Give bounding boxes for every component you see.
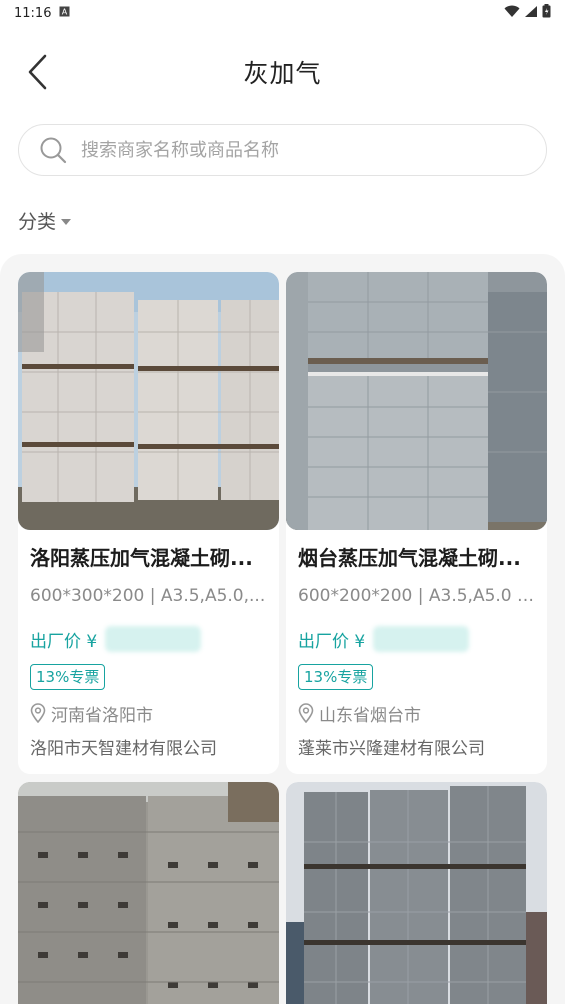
location-text: 河南省洛阳市: [51, 705, 153, 726]
search-bar[interactable]: [18, 124, 547, 176]
product-spec: 600*200*200 | A3.5,A5.0 |...: [298, 586, 535, 606]
company-name: 洛阳市天智建材有限公司: [30, 739, 217, 759]
company-name: 蓬莱市兴隆建材有限公司: [298, 739, 485, 759]
product-spec: 600*300*200 | A3.5,A5.0,...: [30, 586, 266, 606]
invoice-tag: 13%专票: [298, 664, 374, 690]
signal-icon: [524, 5, 538, 22]
price-row: 出厂价 ¥: [298, 624, 535, 654]
header: 灰加气: [0, 40, 565, 110]
price-row: 出厂价 ¥: [30, 624, 267, 654]
price-label: 出厂价 ¥: [298, 631, 366, 652]
product-image: [286, 782, 547, 1004]
price-label: 出厂价 ¥: [30, 631, 98, 652]
search-input[interactable]: [81, 125, 546, 175]
battery-icon: [542, 4, 551, 22]
product-card[interactable]: [286, 782, 547, 1004]
price-hidden-placeholder: [105, 626, 202, 652]
product-title: 烟台蒸压加气混凝土砌...: [298, 546, 521, 570]
product-image: [286, 272, 547, 530]
page-title: 灰加气: [243, 59, 322, 88]
product-list: 洛阳蒸压加气混凝土砌... 600*300*200 | A3.5,A5.0,..…: [0, 254, 565, 1004]
status-time: 11:16: [14, 5, 52, 21]
product-image: [18, 272, 279, 530]
location-text: 山东省烟台市: [319, 705, 421, 726]
product-location: 河南省洛阳市: [30, 700, 267, 726]
category-label: 分类: [18, 210, 57, 233]
search-icon: [39, 136, 67, 164]
product-card[interactable]: [18, 782, 279, 1004]
status-bar: 11:16 A: [0, 0, 565, 26]
product-image: [18, 782, 279, 1004]
caret-down-icon: [60, 209, 72, 231]
product-card[interactable]: 烟台蒸压加气混凝土砌... 600*200*200 | A3.5,A5.0 |.…: [286, 272, 547, 774]
location-pin-icon: [298, 702, 316, 724]
invoice-tag: 13%专票: [30, 664, 106, 690]
product-location: 山东省烟台市: [298, 700, 535, 726]
a-box-icon: A: [59, 6, 70, 21]
svg-text:A: A: [62, 7, 68, 16]
wifi-icon: [504, 5, 520, 22]
product-title: 洛阳蒸压加气混凝土砌...: [30, 546, 253, 570]
location-pin-icon: [30, 702, 48, 724]
price-hidden-placeholder: [373, 626, 470, 652]
product-card[interactable]: 洛阳蒸压加气混凝土砌... 600*300*200 | A3.5,A5.0,..…: [18, 272, 279, 774]
category-filter[interactable]: 分类: [18, 204, 72, 236]
